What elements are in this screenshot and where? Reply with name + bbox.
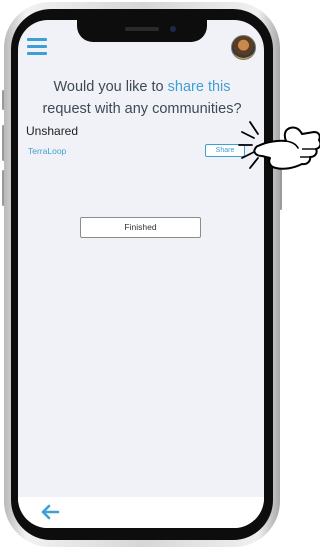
stage: Would you like to share this request wit…: [0, 0, 320, 549]
phone-notch: [77, 20, 207, 42]
hamburger-menu-icon[interactable]: [27, 38, 47, 55]
share-question-heading: Would you like to share this request wit…: [22, 76, 262, 120]
left-arrow-icon[interactable]: [40, 504, 60, 520]
unshared-section-label: Unshared: [26, 124, 79, 138]
question-text-start: Would you like to: [53, 79, 168, 95]
tapping-hand-icon: [238, 121, 320, 170]
front-camera: [170, 26, 176, 32]
user-avatar[interactable]: [231, 35, 256, 60]
question-text-highlight: share this: [167, 79, 231, 95]
finished-button[interactable]: Finished: [80, 217, 201, 238]
question-text-end: request with any communities?: [42, 101, 242, 117]
community-name-terraloop[interactable]: TerraLoop: [28, 146, 66, 156]
speaker-grille: [125, 27, 159, 31]
